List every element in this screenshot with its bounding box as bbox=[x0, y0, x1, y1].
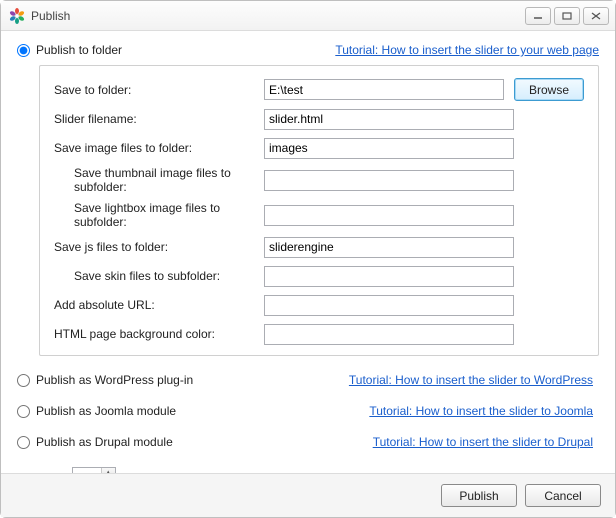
folder-settings-panel: Save to folder: Browse Slider filename: … bbox=[39, 65, 599, 356]
radio-publish-folder[interactable] bbox=[17, 44, 30, 57]
option-label: Publish as Joomla module bbox=[36, 404, 176, 418]
input-thumb-subfolder[interactable] bbox=[264, 170, 514, 191]
app-logo-icon bbox=[9, 8, 25, 24]
tutorial-link-joomla[interactable]: Tutorial: How to insert the slider to Jo… bbox=[369, 404, 593, 418]
input-skin-subfolder[interactable] bbox=[264, 266, 514, 287]
option-publish-wordpress[interactable]: Publish as WordPress plug-in bbox=[17, 373, 247, 387]
publish-button[interactable]: Publish bbox=[441, 484, 517, 507]
label-lightbox-subfolder: Save lightbox image files to subfolder: bbox=[54, 201, 264, 229]
input-abs-url[interactable] bbox=[264, 295, 514, 316]
maximize-button[interactable] bbox=[554, 7, 580, 25]
input-js-folder[interactable] bbox=[264, 237, 514, 258]
radio-publish-wordpress[interactable] bbox=[17, 374, 30, 387]
option-publish-drupal[interactable]: Publish as Drupal module bbox=[17, 435, 247, 449]
minimize-button[interactable] bbox=[525, 7, 551, 25]
input-slider-filename[interactable] bbox=[264, 109, 514, 130]
option-publish-joomla[interactable]: Publish as Joomla module bbox=[17, 404, 247, 418]
tutorial-link-wordpress[interactable]: Tutorial: How to insert the slider to Wo… bbox=[349, 373, 593, 387]
label-slider-filename: Slider filename: bbox=[54, 112, 264, 126]
tutorial-link-folder[interactable]: Tutorial: How to insert the slider to yo… bbox=[335, 43, 599, 57]
label-images-folder: Save image files to folder: bbox=[54, 141, 264, 155]
option-publish-folder[interactable]: Publish to folder bbox=[17, 43, 122, 57]
titlebar: Publish bbox=[1, 1, 615, 31]
input-lightbox-subfolder[interactable] bbox=[264, 205, 514, 226]
label-abs-url: Add absolute URL: bbox=[54, 298, 264, 312]
label-skin-subfolder: Save skin files to subfolder: bbox=[54, 269, 264, 283]
input-bg-color[interactable] bbox=[264, 324, 514, 345]
radio-publish-drupal[interactable] bbox=[17, 436, 30, 449]
label-thumb-subfolder: Save thumbnail image files to subfolder: bbox=[54, 166, 264, 194]
label-bg-color: HTML page background color: bbox=[54, 327, 264, 341]
cancel-button[interactable]: Cancel bbox=[525, 484, 601, 507]
window-title: Publish bbox=[31, 9, 525, 23]
option-label: Publish to folder bbox=[36, 43, 122, 57]
input-images-folder[interactable] bbox=[264, 138, 514, 159]
dialog-footer: Publish Cancel bbox=[1, 473, 615, 517]
browse-button[interactable]: Browse bbox=[514, 78, 584, 101]
radio-publish-joomla[interactable] bbox=[17, 405, 30, 418]
option-label: Publish as WordPress plug-in bbox=[36, 373, 193, 387]
tutorial-link-drupal[interactable]: Tutorial: How to insert the slider to Dr… bbox=[373, 435, 593, 449]
option-label: Publish as Drupal module bbox=[36, 435, 173, 449]
close-button[interactable] bbox=[583, 7, 609, 25]
input-save-to-folder[interactable] bbox=[264, 79, 504, 100]
label-js-folder: Save js files to folder: bbox=[54, 240, 264, 254]
label-save-to-folder: Save to folder: bbox=[54, 83, 264, 97]
